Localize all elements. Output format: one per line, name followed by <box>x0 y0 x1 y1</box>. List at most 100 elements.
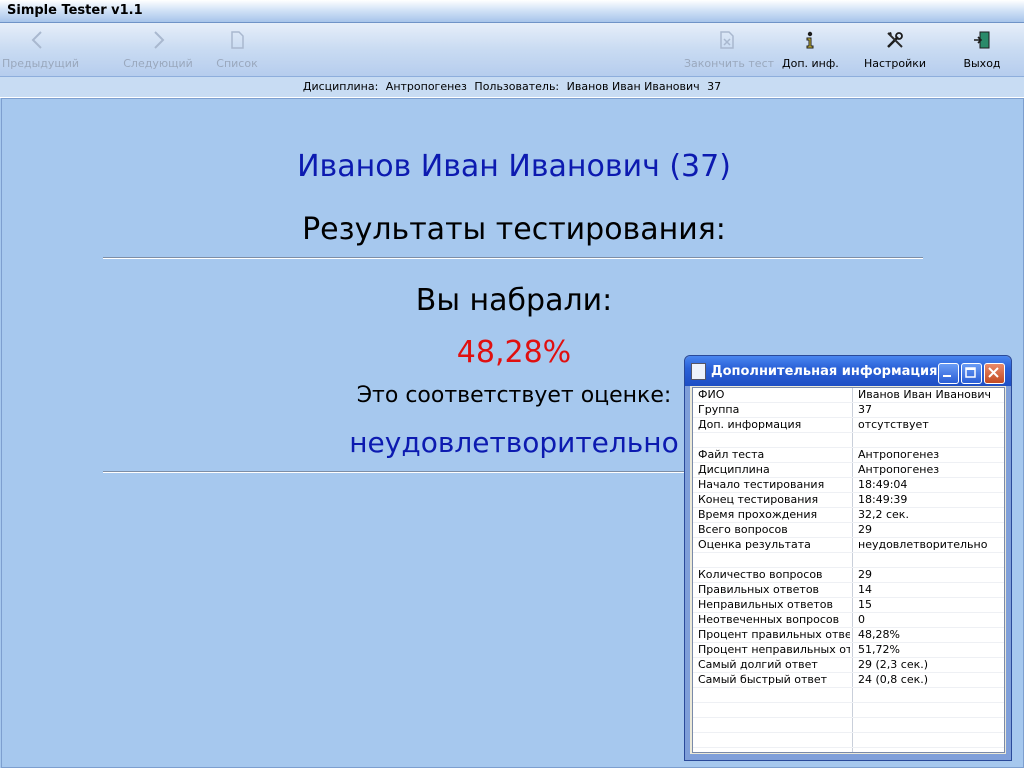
table-row[interactable] <box>693 733 1004 748</box>
tools-icon <box>887 32 903 48</box>
row-key: Начало тестирования <box>698 478 825 491</box>
row-value: Антропогенез <box>858 448 940 461</box>
table-row[interactable] <box>693 553 1004 568</box>
row-key: Процент неправильных отв... <box>698 643 850 656</box>
table-row[interactable] <box>693 433 1004 448</box>
table-row[interactable]: Процент неправильных отв... 51,72% <box>693 643 1004 658</box>
row-key: Группа <box>698 403 740 416</box>
list-label: Список <box>216 57 258 70</box>
table-row[interactable]: Самый быстрый ответ 24 (0,8 сек.) <box>693 673 1004 688</box>
row-key: Оценка результата <box>698 538 811 551</box>
row-value: 32,2 сек. <box>858 508 909 521</box>
window-title: Simple Tester v1.1 <box>7 3 143 18</box>
row-value: неудовлетворительно <box>858 538 988 551</box>
table-row[interactable]: Правильных ответов 14 <box>693 583 1004 598</box>
exit-door-icon <box>974 31 990 49</box>
info-label: Доп. инф. <box>782 57 839 70</box>
table-row[interactable]: Процент правильных ответов 48,28% <box>693 628 1004 643</box>
maximize-button[interactable] <box>961 363 982 384</box>
arrow-right-icon <box>154 31 165 49</box>
settings-label: Настройки <box>863 57 927 70</box>
row-value: Иванов Иван Иванович <box>858 388 991 401</box>
row-key: Файл теста <box>698 448 765 461</box>
next-label: Следующий <box>123 57 193 70</box>
exit-label: Выход <box>963 57 1001 70</box>
table-row[interactable]: Количество вопросов 29 <box>693 568 1004 583</box>
info-button[interactable]: Доп. инф. <box>782 25 839 73</box>
toolbar: Предыдущий Следующий Список Закончить те… <box>0 23 1024 77</box>
row-key: Количество вопросов <box>698 568 823 581</box>
table-row[interactable]: Конец тестирования 18:49:39 <box>693 493 1004 508</box>
row-value: 0 <box>858 613 865 626</box>
dialog-body: ФИО Иванов Иван Иванович Группа 37 Доп. инфо… <box>690 386 1006 754</box>
prev-button[interactable]: Предыдущий <box>2 25 80 73</box>
dialog-title-bar[interactable]: Дополнительная информация <box>685 356 1011 386</box>
table-row[interactable]: Самый долгий ответ 29 (2,3 сек.) <box>693 658 1004 673</box>
table-row[interactable] <box>693 748 1004 752</box>
table-row[interactable]: Файл теста Антропогенез <box>693 448 1004 463</box>
discipline-label: Дисциплина: <box>302 80 379 93</box>
minimize-icon <box>943 375 951 377</box>
minimize-button[interactable] <box>938 363 959 384</box>
scored-label: Вы набрали: <box>415 283 613 318</box>
row-key: Неотвеченных вопросов <box>698 613 840 626</box>
status-line: Дисциплина: Антропогенез Пользователь: И… <box>0 77 1024 98</box>
info-table[interactable]: ФИО Иванов Иван Иванович Группа 37 Доп. инфо… <box>692 387 1005 753</box>
table-row[interactable]: ФИО Иванов Иван Иванович <box>693 388 1004 403</box>
row-value: 51,72% <box>858 643 900 656</box>
row-value: 18:49:39 <box>858 493 908 506</box>
user-value: Иванов Иван Иванович <box>566 80 700 93</box>
row-value: 15 <box>858 598 872 611</box>
next-button[interactable]: Следующий <box>122 25 194 73</box>
row-value: 48,28% <box>858 628 900 641</box>
row-key: Неправильных ответов <box>698 598 833 611</box>
row-key: ФИО <box>698 388 725 401</box>
table-row[interactable]: Доп. информация отсутствует <box>693 418 1004 433</box>
row-key: Конец тестирования <box>698 493 819 506</box>
row-key: Процент правильных ответов <box>698 628 850 641</box>
row-key: Правильных ответов <box>698 583 820 596</box>
table-row[interactable]: Оценка результата неудовлетворительно <box>693 538 1004 553</box>
arrow-left-icon <box>31 31 42 49</box>
title-bar: Simple Tester v1.1 <box>0 0 1024 23</box>
prev-label: Предыдущий <box>2 57 80 70</box>
additional-info-dialog[interactable]: Дополнительная информация ФИО Иванов Иван… <box>684 355 1012 761</box>
table-row[interactable] <box>693 718 1004 733</box>
notebook-icon <box>691 363 706 380</box>
table-row[interactable]: Неправильных ответов 15 <box>693 598 1004 613</box>
row-value: 14 <box>858 583 872 596</box>
row-value: Антропогенез <box>858 463 940 476</box>
table-row[interactable]: Начало тестирования 18:49:04 <box>693 478 1004 493</box>
group-value: 37 <box>707 80 722 93</box>
table-row[interactable]: Группа 37 <box>693 403 1004 418</box>
table-row[interactable]: Время прохождения 32,2 сек. <box>693 508 1004 523</box>
row-value: 29 <box>858 523 872 536</box>
close-button[interactable] <box>984 363 1005 384</box>
row-value: 29 <box>858 568 872 581</box>
finish-test-icon <box>720 31 734 49</box>
row-key: Дисциплина <box>698 463 770 476</box>
results-heading: Результаты тестирования: <box>302 212 726 247</box>
exit-button[interactable]: Выход <box>956 25 1008 73</box>
table-row[interactable]: Дисциплина Антропогенез <box>693 463 1004 478</box>
list-button[interactable]: Список <box>212 25 262 73</box>
row-value: 29 (2,3 сек.) <box>858 658 929 671</box>
info-icon <box>806 31 814 49</box>
table-row[interactable] <box>693 688 1004 703</box>
maximize-icon <box>965 367 976 378</box>
close-icon <box>988 367 999 378</box>
row-key: Время прохождения <box>698 508 818 521</box>
document-icon <box>231 31 244 49</box>
row-value: отсутствует <box>858 418 929 431</box>
finish-test-button[interactable]: Закончить тест <box>684 25 775 73</box>
table-row[interactable]: Неотвеченных вопросов 0 <box>693 613 1004 628</box>
table-row[interactable] <box>693 703 1004 718</box>
settings-button[interactable]: Настройки <box>862 25 928 73</box>
row-value: 18:49:04 <box>858 478 908 491</box>
table-row[interactable]: Всего вопросов 29 <box>693 523 1004 538</box>
student-name: Иванов Иван Иванович (37) <box>297 149 731 184</box>
row-key: Самый долгий ответ <box>698 658 818 671</box>
discipline-value: Антропогенез <box>385 80 467 93</box>
divider-top <box>103 257 923 259</box>
finish-test-label: Закончить тест <box>684 57 775 70</box>
